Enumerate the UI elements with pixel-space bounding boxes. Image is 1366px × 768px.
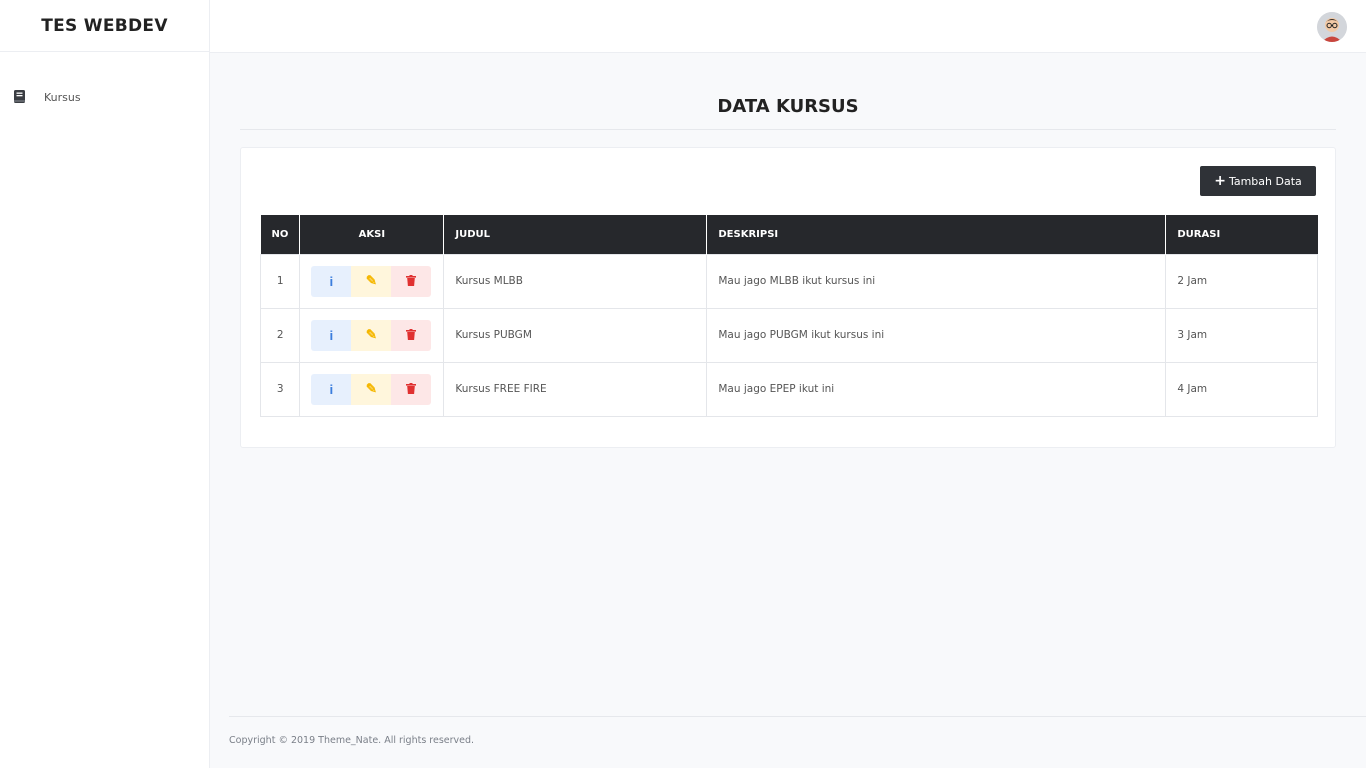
header-deskripsi: DESKRIPSI bbox=[706, 215, 1167, 254]
edit-icon: ✎ bbox=[365, 327, 377, 342]
row-durasi: 3 Jam bbox=[1165, 307, 1318, 363]
user-avatar[interactable] bbox=[1317, 12, 1347, 42]
delete-button[interactable] bbox=[391, 319, 432, 351]
edit-icon: ✎ bbox=[365, 273, 377, 288]
info-icon: i bbox=[329, 381, 334, 397]
courses-table: NO AKSI JUDUL DESKRIPSI DURASI 1 i ✎ Kur… bbox=[259, 215, 1318, 417]
table-row: 1 i ✎ Kursus MLBB Mau jago MLBB ikut kur… bbox=[259, 253, 1318, 309]
sidebar: TES WEBDEV Kursus bbox=[0, 0, 210, 768]
edit-button[interactable]: ✎ bbox=[351, 373, 392, 405]
row-judul: Kursus MLBB bbox=[443, 253, 708, 309]
row-durasi: 4 Jam bbox=[1165, 361, 1318, 417]
info-icon: i bbox=[329, 327, 334, 343]
row-no: 3 bbox=[259, 361, 301, 417]
footer-divider bbox=[229, 716, 1366, 717]
title-divider bbox=[240, 129, 1336, 130]
row-judul: Kursus FREE FIRE bbox=[443, 361, 708, 417]
table-row: 2 i ✎ Kursus PUBGM Mau jago PUBGM ikut k… bbox=[259, 307, 1318, 363]
row-no: 2 bbox=[259, 307, 301, 363]
info-button[interactable]: i bbox=[311, 319, 352, 351]
trash-icon bbox=[406, 328, 417, 343]
book-icon bbox=[14, 90, 28, 104]
footer-copyright: Copyright © 2019 Theme_Nate. All rights … bbox=[229, 735, 475, 746]
topbar bbox=[210, 0, 1366, 53]
edit-button[interactable]: ✎ bbox=[351, 319, 392, 351]
info-button[interactable]: i bbox=[311, 265, 352, 297]
add-data-label: Tambah Data bbox=[1228, 174, 1302, 188]
row-no: 1 bbox=[259, 253, 301, 309]
table-row: 3 i ✎ Kursus FREE FIRE Mau jago EPEP iku… bbox=[259, 361, 1318, 417]
info-icon: i bbox=[329, 273, 334, 289]
edit-icon: ✎ bbox=[365, 381, 377, 396]
page-title: DATA KURSUS bbox=[717, 96, 859, 117]
row-actions: i ✎ bbox=[299, 361, 445, 417]
add-data-button[interactable]: + Tambah Data bbox=[1200, 166, 1316, 196]
header-judul: JUDUL bbox=[443, 215, 708, 254]
brand-logo[interactable]: TES WEBDEV bbox=[0, 0, 209, 52]
trash-icon bbox=[406, 274, 417, 289]
row-actions: i ✎ bbox=[299, 307, 445, 363]
info-button[interactable]: i bbox=[311, 373, 352, 405]
table-header-row: NO AKSI JUDUL DESKRIPSI DURASI bbox=[260, 215, 1318, 254]
delete-button[interactable] bbox=[391, 265, 432, 297]
edit-button[interactable]: ✎ bbox=[351, 265, 392, 297]
sidebar-item-label: Kursus bbox=[44, 90, 81, 104]
header-no: NO bbox=[260, 215, 301, 254]
data-card: + Tambah Data NO AKSI JUDUL DESKRIPSI DU… bbox=[240, 147, 1336, 448]
row-judul: Kursus PUBGM bbox=[443, 307, 708, 363]
sidebar-item-kursus[interactable]: Kursus bbox=[14, 90, 81, 104]
row-deskripsi: Mau jago PUBGM ikut kursus ini bbox=[706, 307, 1167, 363]
header-aksi: AKSI bbox=[299, 215, 445, 254]
header-durasi: DURASI bbox=[1165, 215, 1318, 254]
trash-icon bbox=[406, 382, 417, 397]
row-deskripsi: Mau jago MLBB ikut kursus ini bbox=[706, 253, 1167, 309]
delete-button[interactable] bbox=[391, 373, 432, 405]
plus-icon: + bbox=[1214, 173, 1226, 189]
row-actions: i ✎ bbox=[299, 253, 445, 309]
row-durasi: 2 Jam bbox=[1165, 253, 1318, 309]
row-deskripsi: Mau jago EPEP ikut ini bbox=[706, 361, 1167, 417]
